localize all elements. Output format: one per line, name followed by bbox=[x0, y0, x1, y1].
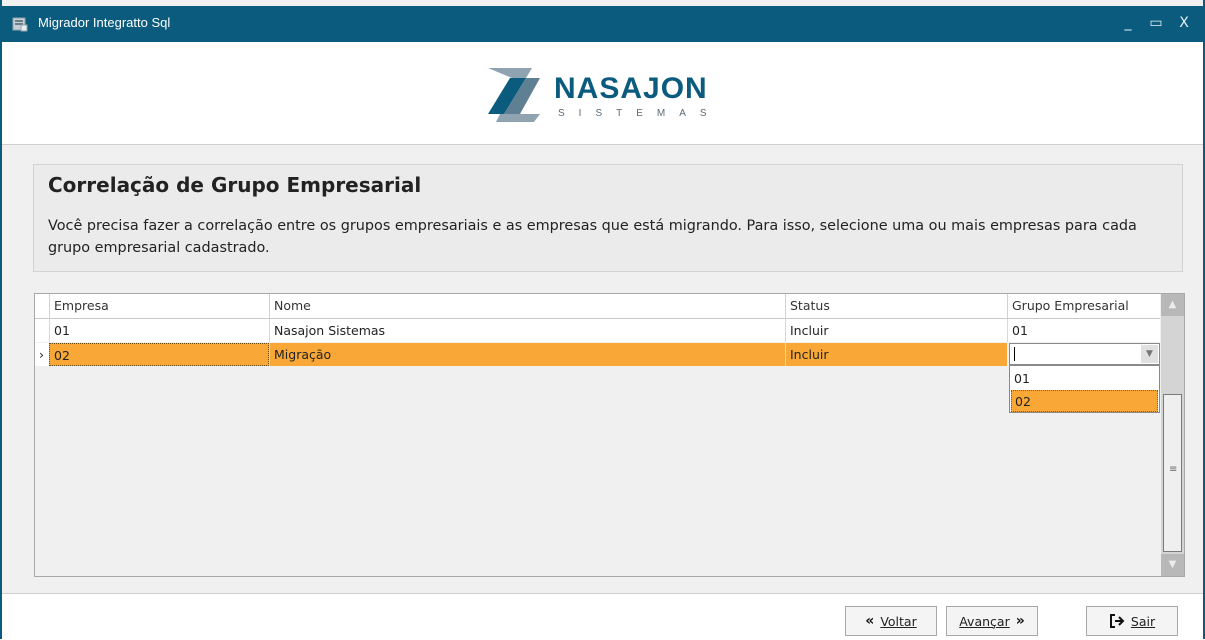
voltar-button[interactable]: « Voltar bbox=[845, 606, 937, 636]
voltar-label: Voltar bbox=[880, 613, 917, 629]
grupo-dropdown-list[interactable]: 01 02 bbox=[1009, 365, 1160, 413]
cell-grupo-empresarial[interactable]: 01 bbox=[1007, 319, 1160, 342]
page-title: Correlação de Grupo Empresarial bbox=[48, 173, 422, 197]
sair-button[interactable]: Sair bbox=[1086, 606, 1178, 636]
minimize-button[interactable]: _ bbox=[1117, 12, 1139, 34]
sair-label: Sair bbox=[1130, 613, 1156, 629]
window-title: Migrador Integratto Sql bbox=[38, 15, 171, 30]
logo-brand-text: NASAJON bbox=[554, 72, 708, 105]
page-description: Você precisa fazer a correlação entre os… bbox=[48, 218, 1137, 256]
avancar-label: Avançar bbox=[959, 613, 1010, 629]
maximize-button[interactable]: ▭ bbox=[1145, 12, 1167, 34]
header-banner: NASAJON SISTEMAS bbox=[2, 42, 1203, 145]
info-panel: Correlação de Grupo Empresarial Você pre… bbox=[33, 164, 1183, 272]
table-row-selected[interactable]: › 02 Migração Incluir bbox=[35, 343, 1160, 366]
nasajon-logo-mark-icon bbox=[488, 68, 540, 122]
app-window: Migrador Integratto Sql _ ▭ X NASAJON SI… bbox=[0, 0, 1205, 640]
database-app-icon bbox=[12, 17, 28, 32]
cell-nome[interactable]: Migração bbox=[269, 343, 785, 366]
close-button[interactable]: X bbox=[1173, 12, 1195, 34]
column-header-grupo-empresarial[interactable]: Grupo Empresarial bbox=[1007, 294, 1160, 318]
exit-icon bbox=[1109, 614, 1125, 628]
dropdown-option-02[interactable]: 02 bbox=[1011, 390, 1158, 412]
nasajon-logo: NASAJON SISTEMAS bbox=[482, 64, 742, 124]
double-chevron-right-icon: » bbox=[1015, 613, 1025, 629]
cell-empresa[interactable]: 01 bbox=[49, 319, 269, 342]
grip-icon: ≡ bbox=[1169, 464, 1178, 475]
cell-status[interactable]: Incluir bbox=[785, 319, 1007, 342]
table-row[interactable]: 01 Nasajon Sistemas Incluir 01 bbox=[35, 319, 1160, 342]
footer-bar: « Voltar Avançar » Sair bbox=[2, 593, 1203, 640]
row-indicator-icon: › bbox=[35, 343, 49, 366]
cell-empresa[interactable]: 02 bbox=[49, 343, 269, 366]
grid-header: Empresa Nome Status Grupo Empresarial bbox=[35, 294, 1160, 319]
title-bar[interactable]: Migrador Integratto Sql _ ▭ X bbox=[2, 6, 1203, 42]
scroll-up-icon[interactable]: ▲ bbox=[1161, 294, 1184, 316]
scrollbar-thumb[interactable]: ≡ bbox=[1163, 394, 1182, 552]
double-chevron-left-icon: « bbox=[865, 613, 875, 629]
text-caret bbox=[1014, 347, 1015, 361]
column-header-nome[interactable]: Nome bbox=[269, 294, 785, 318]
grupo-empresarial-combobox[interactable]: ▼ bbox=[1009, 343, 1160, 365]
header-indicator-cell bbox=[35, 294, 49, 318]
dropdown-arrow-icon[interactable]: ▼ bbox=[1141, 345, 1158, 363]
scroll-down-icon[interactable]: ▼ bbox=[1161, 554, 1184, 576]
logo-sub-text: SISTEMAS bbox=[558, 108, 721, 119]
cell-nome[interactable]: Nasajon Sistemas bbox=[269, 319, 785, 342]
avancar-button[interactable]: Avançar » bbox=[946, 606, 1038, 636]
vertical-scrollbar[interactable]: ▲ ≡ ▼ bbox=[1161, 294, 1184, 576]
column-header-status[interactable]: Status bbox=[785, 294, 1007, 318]
row-indicator-cell bbox=[35, 319, 49, 342]
dropdown-option-01[interactable]: 01 bbox=[1011, 368, 1158, 390]
cell-status[interactable]: Incluir bbox=[785, 343, 1007, 366]
data-grid[interactable]: Empresa Nome Status Grupo Empresarial 01… bbox=[34, 293, 1185, 577]
column-header-empresa[interactable]: Empresa bbox=[49, 294, 269, 318]
